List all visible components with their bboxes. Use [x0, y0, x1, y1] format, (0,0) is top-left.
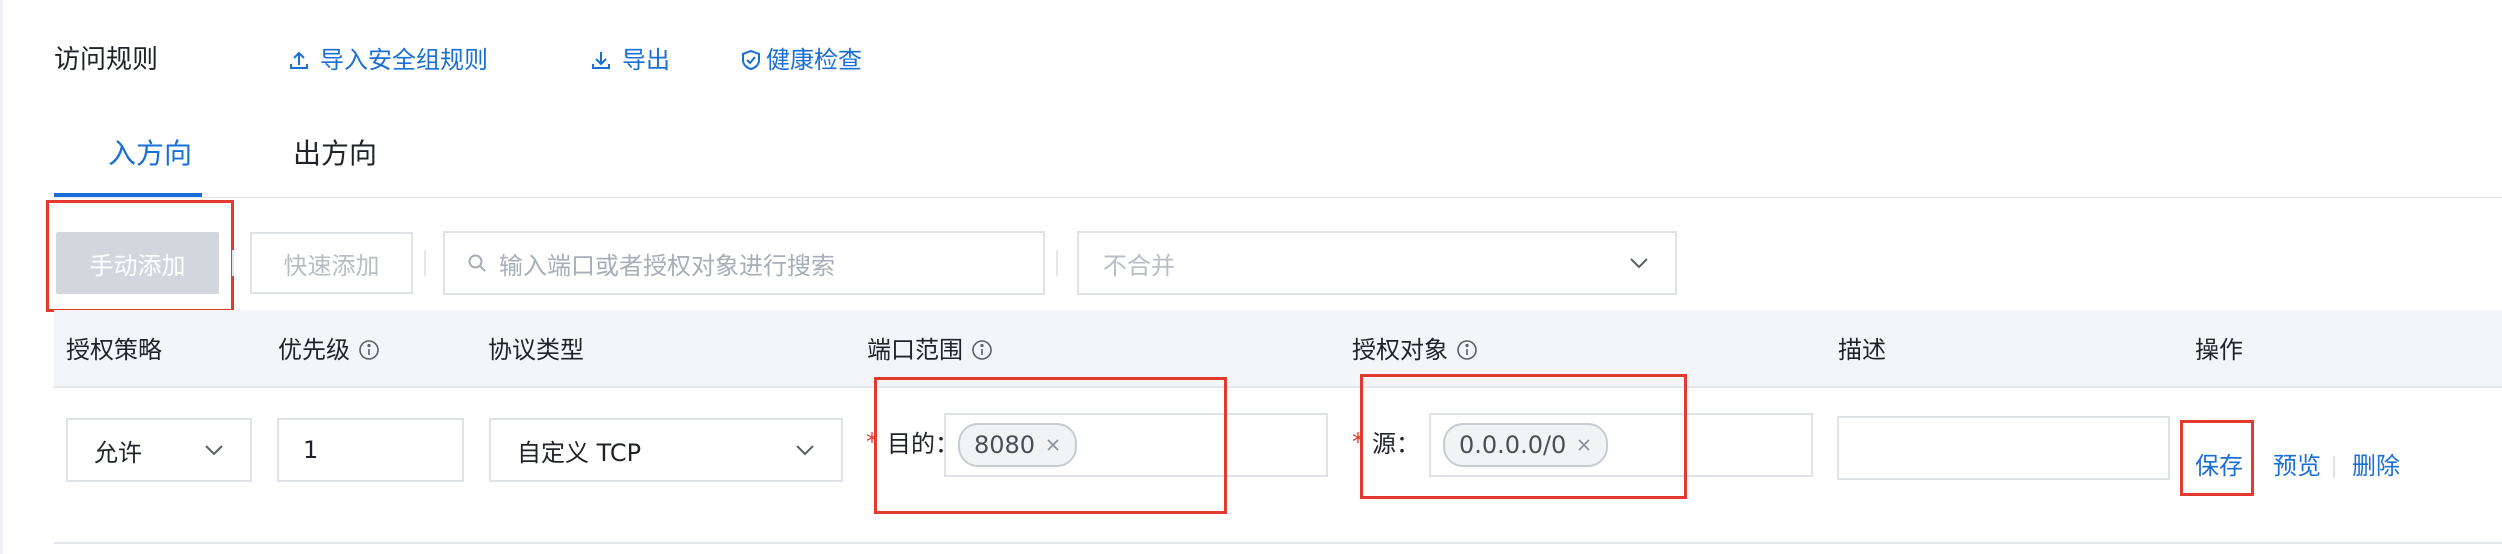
health-check-label: 健康检查 — [766, 46, 862, 74]
import-icon — [290, 51, 308, 69]
toolbar-separator — [424, 250, 426, 276]
column-header-policy: 授权策略 — [66, 334, 162, 366]
highlight-save — [2180, 420, 2254, 496]
chevron-down-icon — [796, 445, 814, 456]
highlight-authorized-object — [1360, 374, 1687, 499]
preview-button[interactable]: 预览 — [2273, 450, 2321, 482]
left-edge — [0, 0, 3, 554]
highlight-manual-add — [46, 200, 234, 312]
tab-inbound[interactable]: 入方向 — [108, 134, 192, 174]
active-tab-indicator — [54, 193, 202, 197]
policy-select[interactable]: 允许 — [66, 418, 252, 482]
merge-select-value: 不合并 — [1103, 251, 1175, 280]
chevron-down-icon — [205, 445, 223, 456]
info-icon[interactable] — [971, 339, 993, 361]
column-label: 协议类型 — [488, 336, 584, 364]
table-header-divider — [54, 386, 2502, 388]
priority-input[interactable]: 1 — [277, 418, 464, 482]
export-icon — [592, 52, 610, 69]
policy-value: 允许 — [94, 438, 142, 467]
column-label: 优先级 — [278, 336, 350, 364]
action-separator — [2333, 456, 2335, 478]
shield-check-icon — [742, 49, 760, 71]
search-placeholder: 输入端口或者授权对象进行搜索 — [499, 251, 835, 280]
column-label: 操作 — [2195, 336, 2243, 364]
info-icon[interactable] — [1456, 339, 1478, 361]
column-header-port-range: 端口范围 — [867, 334, 993, 366]
protocol-select[interactable]: 自定义 TCP — [489, 418, 843, 482]
toolbar-separator — [1056, 250, 1058, 276]
protocol-value: 自定义 TCP — [517, 438, 642, 467]
column-label: 描述 — [1838, 336, 1886, 364]
delete-button[interactable]: 删除 — [2352, 450, 2400, 482]
quick-add-button[interactable]: 快速添加 — [250, 232, 413, 294]
column-header-protocol: 协议类型 — [488, 334, 584, 366]
chevron-down-icon — [1630, 258, 1648, 269]
export-link[interactable]: 导出 — [590, 42, 670, 78]
tab-divider — [54, 197, 2502, 198]
highlight-port-range — [874, 377, 1227, 514]
search-input[interactable]: 输入端口或者授权对象进行搜索 — [443, 231, 1045, 295]
import-security-group-rules-link[interactable]: 导入安全组规则 — [288, 42, 488, 78]
row-divider — [54, 542, 2502, 544]
column-label: 授权对象 — [1352, 336, 1448, 364]
export-label: 导出 — [622, 46, 670, 74]
column-header-authorized-object: 授权对象 — [1352, 334, 1478, 366]
page-title: 访问规则 — [54, 45, 159, 75]
table-header — [54, 310, 2502, 386]
tab-outbound[interactable]: 出方向 — [293, 134, 377, 174]
merge-select[interactable]: 不合并 — [1077, 231, 1677, 295]
description-input[interactable] — [1837, 416, 2170, 480]
column-header-description: 描述 — [1838, 334, 1886, 366]
column-label: 授权策略 — [66, 336, 162, 364]
column-header-priority: 优先级 — [278, 334, 380, 366]
priority-value: 1 — [303, 436, 319, 464]
import-label: 导入安全组规则 — [320, 46, 488, 74]
column-header-actions: 操作 — [2195, 334, 2243, 366]
info-icon[interactable] — [358, 339, 380, 361]
health-check-link[interactable]: 健康检查 — [740, 42, 862, 78]
search-icon — [468, 254, 486, 272]
column-label: 端口范围 — [867, 336, 963, 364]
toolbar-separator — [232, 250, 234, 276]
